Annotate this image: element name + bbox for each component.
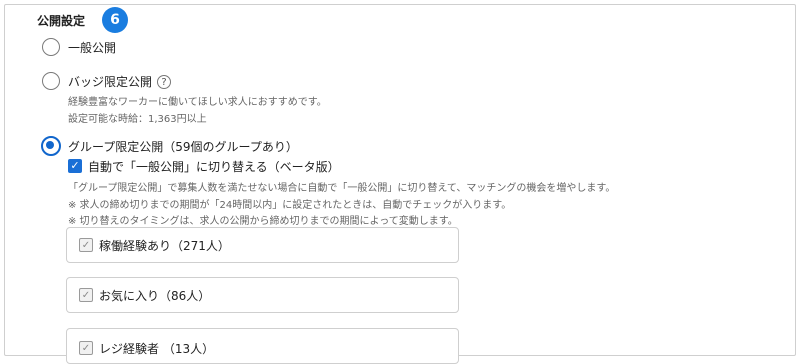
group-label: 稼働経験あり（271人） xyxy=(99,239,230,253)
radio-group-label[interactable]: グループ限定公開（59個のグループあり） xyxy=(68,138,298,155)
group-label: お気に入り（86人） xyxy=(99,289,211,303)
help-icon[interactable]: ? xyxy=(157,75,171,89)
check-icon: ✓ xyxy=(81,290,91,301)
group-item[interactable]: ✓ 稼働経験あり（271人） xyxy=(66,227,459,263)
auto-switch-checkbox[interactable]: ✓ xyxy=(68,159,82,173)
badge-description: 経験豊富なワーカーに働いてほしい求人におすすめです。 xyxy=(68,97,327,108)
radio-badge[interactable] xyxy=(42,72,60,90)
auto-switch-label[interactable]: 自動で「一般公開」に切り替える（ベータ版） xyxy=(88,158,340,175)
radio-public-label[interactable]: 一般公開 xyxy=(68,39,116,56)
group-item[interactable]: ✓ お気に入り（86人） xyxy=(66,277,459,313)
badge-min-wage: 設定可能な時給：1,363円以上 xyxy=(68,114,207,125)
timing-note: ※ 切り替えのタイミングは、求人の公開から締め切りまでの期間によって変動します。 xyxy=(68,216,458,227)
auto-switch-note: 「グループ限定公開」で募集人数を満たせない場合に自動で「一般公開」に切り替えて、… xyxy=(68,183,616,194)
group-checkbox[interactable]: ✓ xyxy=(79,341,93,355)
group-item[interactable]: ✓ レジ経験者 （13人） xyxy=(66,328,459,364)
radio-public[interactable] xyxy=(42,38,60,56)
auto-check-note: ※ 求人の締め切りまでの期間が「24時間以内」に設定されたときは、自動でチェック… xyxy=(68,200,512,211)
section-title: 公開設定 xyxy=(37,14,86,28)
check-icon: ✓ xyxy=(81,343,91,354)
radio-badge-label[interactable]: バッジ限定公開 xyxy=(68,73,152,90)
group-checkbox[interactable]: ✓ xyxy=(79,288,93,302)
check-icon: ✓ xyxy=(70,159,80,172)
check-icon: ✓ xyxy=(81,240,91,251)
group-label: レジ経験者 （13人） xyxy=(99,342,215,356)
step-badge: 6 xyxy=(102,7,128,33)
group-checkbox[interactable]: ✓ xyxy=(79,238,93,252)
radio-group[interactable] xyxy=(41,136,61,156)
